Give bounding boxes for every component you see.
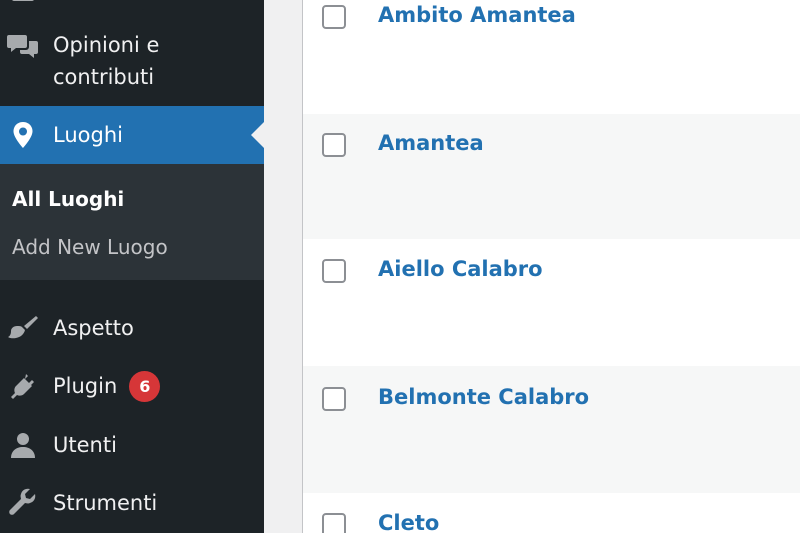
media-icon xyxy=(7,0,39,10)
sidebar-submenu-luoghi: All Luoghi Add New Luogo xyxy=(0,164,264,280)
sidebar-item-luoghi[interactable]: Luoghi xyxy=(0,106,264,164)
row-checkbox[interactable] xyxy=(322,5,346,29)
sidebar-item-plugin[interactable]: Plugin 6 xyxy=(0,363,264,409)
wrench-icon xyxy=(7,487,39,519)
row-checkbox[interactable] xyxy=(322,513,346,533)
sidebar-item-label: Aspetto xyxy=(53,316,134,340)
table-row: Cleto xyxy=(303,493,800,533)
row-title-link[interactable]: Amantea xyxy=(378,131,484,155)
sidebar-item-label: Plugin xyxy=(53,374,118,398)
table-row: Ambito Amantea xyxy=(303,0,800,114)
update-count-badge: 6 xyxy=(129,370,161,402)
table-row: Aiello Calabro xyxy=(303,239,800,366)
sidebar-item-partial[interactable] xyxy=(0,0,264,6)
submenu-item-add-new-luogo[interactable]: Add New Luogo xyxy=(12,235,168,259)
paintbrush-icon xyxy=(7,312,39,344)
posts-list-table: Ambito Amantea Amantea Aiello Calabro Be… xyxy=(302,0,800,533)
sidebar-item-opinioni[interactable]: Opinioni e contributi xyxy=(0,29,264,93)
sidebar-item-label-line2: contributi xyxy=(53,65,155,89)
admin-sidebar: Opinioni e contributi Luoghi All Luoghi … xyxy=(0,0,264,533)
table-row: Amantea xyxy=(303,114,800,239)
row-title-link[interactable]: Ambito Amantea xyxy=(378,3,576,27)
row-title-link[interactable]: Aiello Calabro xyxy=(378,257,543,281)
row-checkbox[interactable] xyxy=(322,259,346,283)
sidebar-item-aspetto[interactable]: Aspetto xyxy=(0,306,264,350)
sidebar-item-utenti[interactable]: Utenti xyxy=(0,423,264,467)
sidebar-item-label: Luoghi xyxy=(53,123,123,147)
row-title-link[interactable]: Belmonte Calabro xyxy=(378,385,589,409)
submenu-item-all-luoghi[interactable]: All Luoghi xyxy=(12,187,124,211)
row-checkbox[interactable] xyxy=(322,387,346,411)
sidebar-item-label: Strumenti xyxy=(53,491,158,515)
plugin-icon xyxy=(7,370,39,402)
row-checkbox[interactable] xyxy=(322,133,346,157)
sidebar-item-label: Utenti xyxy=(53,433,117,457)
table-row: Belmonte Calabro xyxy=(303,366,800,493)
sidebar-item-opinioni-label: Opinioni e contributi xyxy=(53,29,159,93)
sidebar-item-label-line1: Opinioni e xyxy=(53,33,160,57)
main-content: Ambito Amantea Amantea Aiello Calabro Be… xyxy=(264,0,800,533)
location-pin-icon xyxy=(7,119,39,151)
users-icon xyxy=(7,429,39,461)
active-menu-arrow xyxy=(251,122,264,148)
sidebar-item-strumenti[interactable]: Strumenti xyxy=(0,480,264,526)
row-title-link[interactable]: Cleto xyxy=(378,511,439,533)
wp-admin-screen: Opinioni e contributi Luoghi All Luoghi … xyxy=(0,0,800,533)
comments-icon xyxy=(7,31,39,63)
